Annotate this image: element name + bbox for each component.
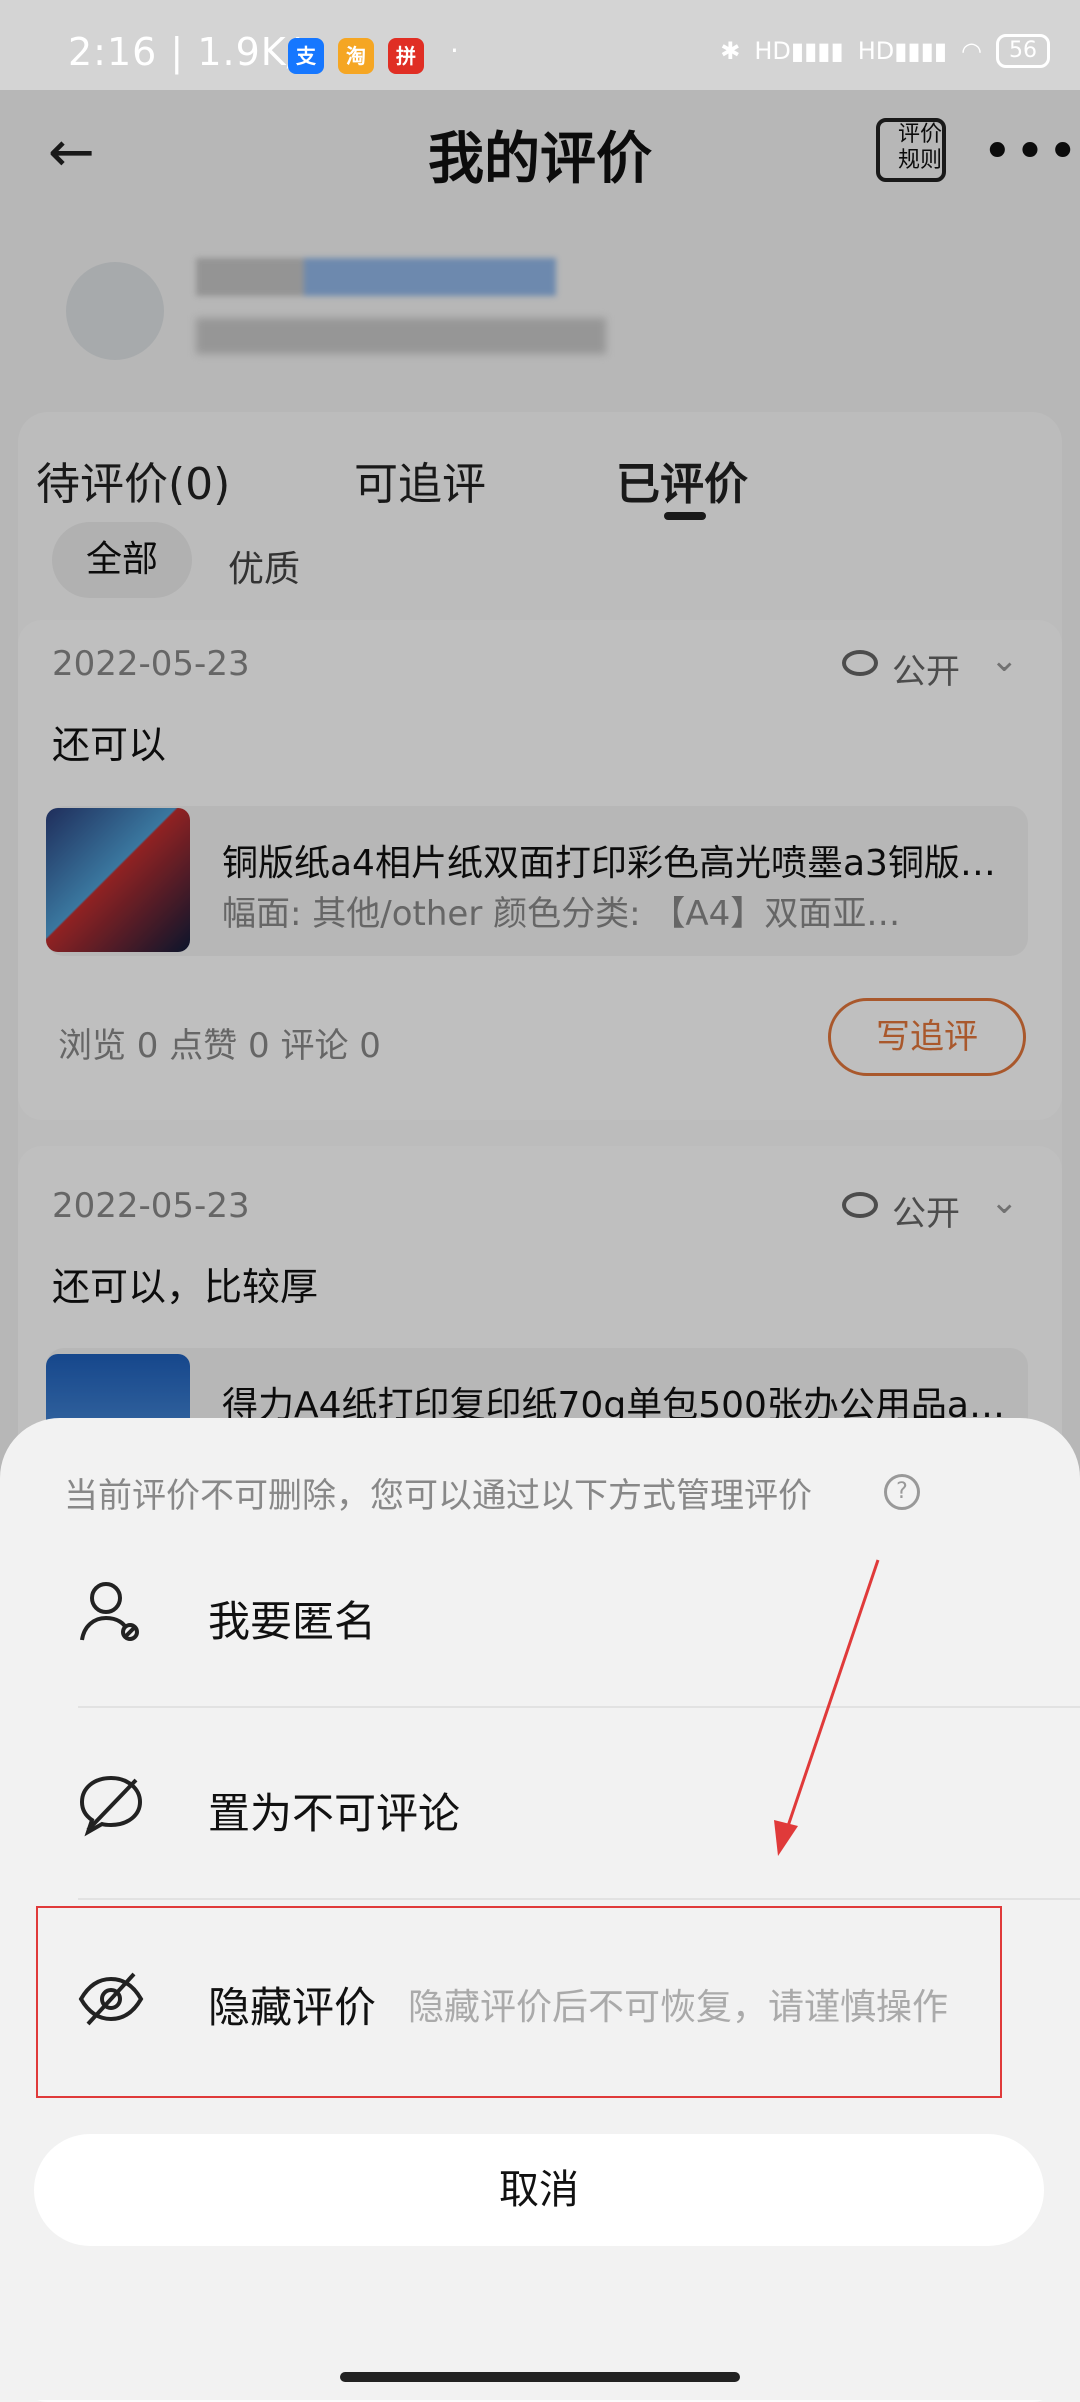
wifi-icon: ◠: [961, 37, 982, 65]
status-time: 2:16 | 1.9K/s: [68, 30, 322, 74]
help-icon[interactable]: ?: [884, 1474, 920, 1510]
comment-off-icon: [78, 1772, 144, 1842]
user-anonymous-icon: [78, 1578, 144, 1648]
battery-icon: 56: [996, 34, 1050, 68]
pdd-icon: 拼: [388, 38, 424, 74]
sheet-notice: 当前评价不可删除，您可以通过以下方式管理评价: [64, 1476, 812, 1516]
divider: [78, 1706, 1080, 1708]
cancel-button[interactable]: 取消: [34, 2134, 1044, 2246]
taobao-icon: 淘: [338, 38, 374, 74]
annotation-arrow: [774, 1559, 880, 1856]
status-dot: ·: [450, 34, 459, 67]
option-disable-comments[interactable]: 置为不可评论: [208, 1780, 460, 1841]
divider: [78, 1898, 1080, 1900]
signal-icon-1: HD▮▮▮▮: [754, 37, 844, 65]
status-right: ✱ HD▮▮▮▮ HD▮▮▮▮ ◠ 56: [720, 34, 1050, 68]
alipay-icon: 支: [288, 38, 324, 74]
option-anonymous[interactable]: 我要匿名: [208, 1588, 376, 1649]
signal-icon-2: HD▮▮▮▮: [857, 37, 948, 65]
home-indicator[interactable]: [340, 2372, 740, 2382]
highlight-box: [36, 1906, 1002, 2098]
bluetooth-icon: ✱: [720, 37, 741, 65]
